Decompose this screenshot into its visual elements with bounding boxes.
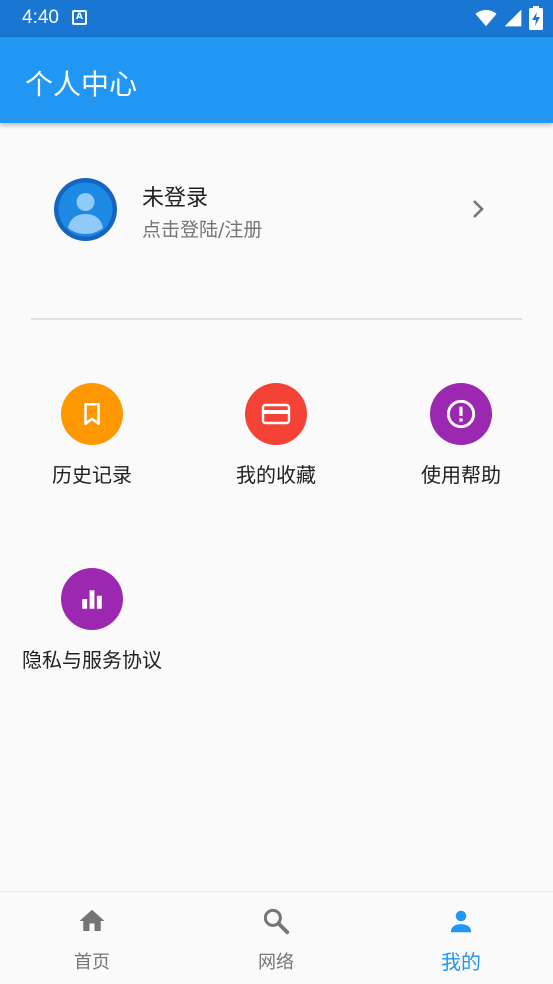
wifi-icon [475, 10, 497, 27]
menu-label: 我的收藏 [236, 463, 316, 487]
nav-label: 我的 [441, 950, 481, 974]
menu-item-help[interactable]: 使用帮助 [369, 383, 553, 513]
menu-item-history[interactable]: 历史记录 [0, 383, 184, 513]
menu-icon-circle [61, 383, 123, 445]
app-bar: 个人中心 [0, 37, 553, 123]
status-icons [475, 6, 543, 30]
notification-icon: A [72, 10, 87, 25]
menu-icon-circle [245, 383, 307, 445]
menu-icon-circle [61, 568, 123, 630]
battery-icon [529, 6, 543, 30]
profile-name: 未登录 [142, 186, 209, 211]
bar-chart-icon [82, 590, 102, 609]
login-profile-row[interactable]: 未登录 点击登陆/注册 [0, 160, 553, 260]
menu-label: 隐私与服务协议 [22, 648, 162, 672]
credit-card-icon [261, 403, 291, 425]
avatar [54, 178, 117, 241]
profile-subtitle: 点击登陆/注册 [142, 219, 263, 241]
menu-item-privacy[interactable]: 隐私与服务协议 [0, 568, 184, 698]
menu-icon-circle [430, 383, 492, 445]
search-icon [263, 908, 290, 935]
home-icon [79, 909, 105, 931]
menu-label: 使用帮助 [421, 463, 501, 487]
menu-label: 历史记录 [52, 463, 132, 487]
divider [31, 318, 522, 320]
nav-label: 网络 [258, 952, 294, 973]
status-bar: 4:40 A [0, 0, 553, 37]
nav-tab-home[interactable]: 首页 [0, 892, 184, 984]
chevron-right-icon [473, 200, 484, 218]
page-title: 个人中心 [25, 68, 138, 101]
status-time: 4:40 [22, 7, 59, 28]
avatar-person-icon [58, 182, 113, 237]
bottom-navigation: 首页 网络 我的 [0, 891, 553, 984]
info-icon [446, 399, 476, 429]
nav-label: 首页 [74, 952, 110, 973]
bookmark-icon [84, 402, 100, 426]
nav-tab-mine[interactable]: 我的 [369, 892, 553, 984]
signal-icon [504, 9, 522, 27]
nav-tab-network[interactable]: 网络 [184, 892, 368, 984]
menu-item-favorites[interactable]: 我的收藏 [184, 383, 368, 513]
person-icon [451, 910, 471, 933]
